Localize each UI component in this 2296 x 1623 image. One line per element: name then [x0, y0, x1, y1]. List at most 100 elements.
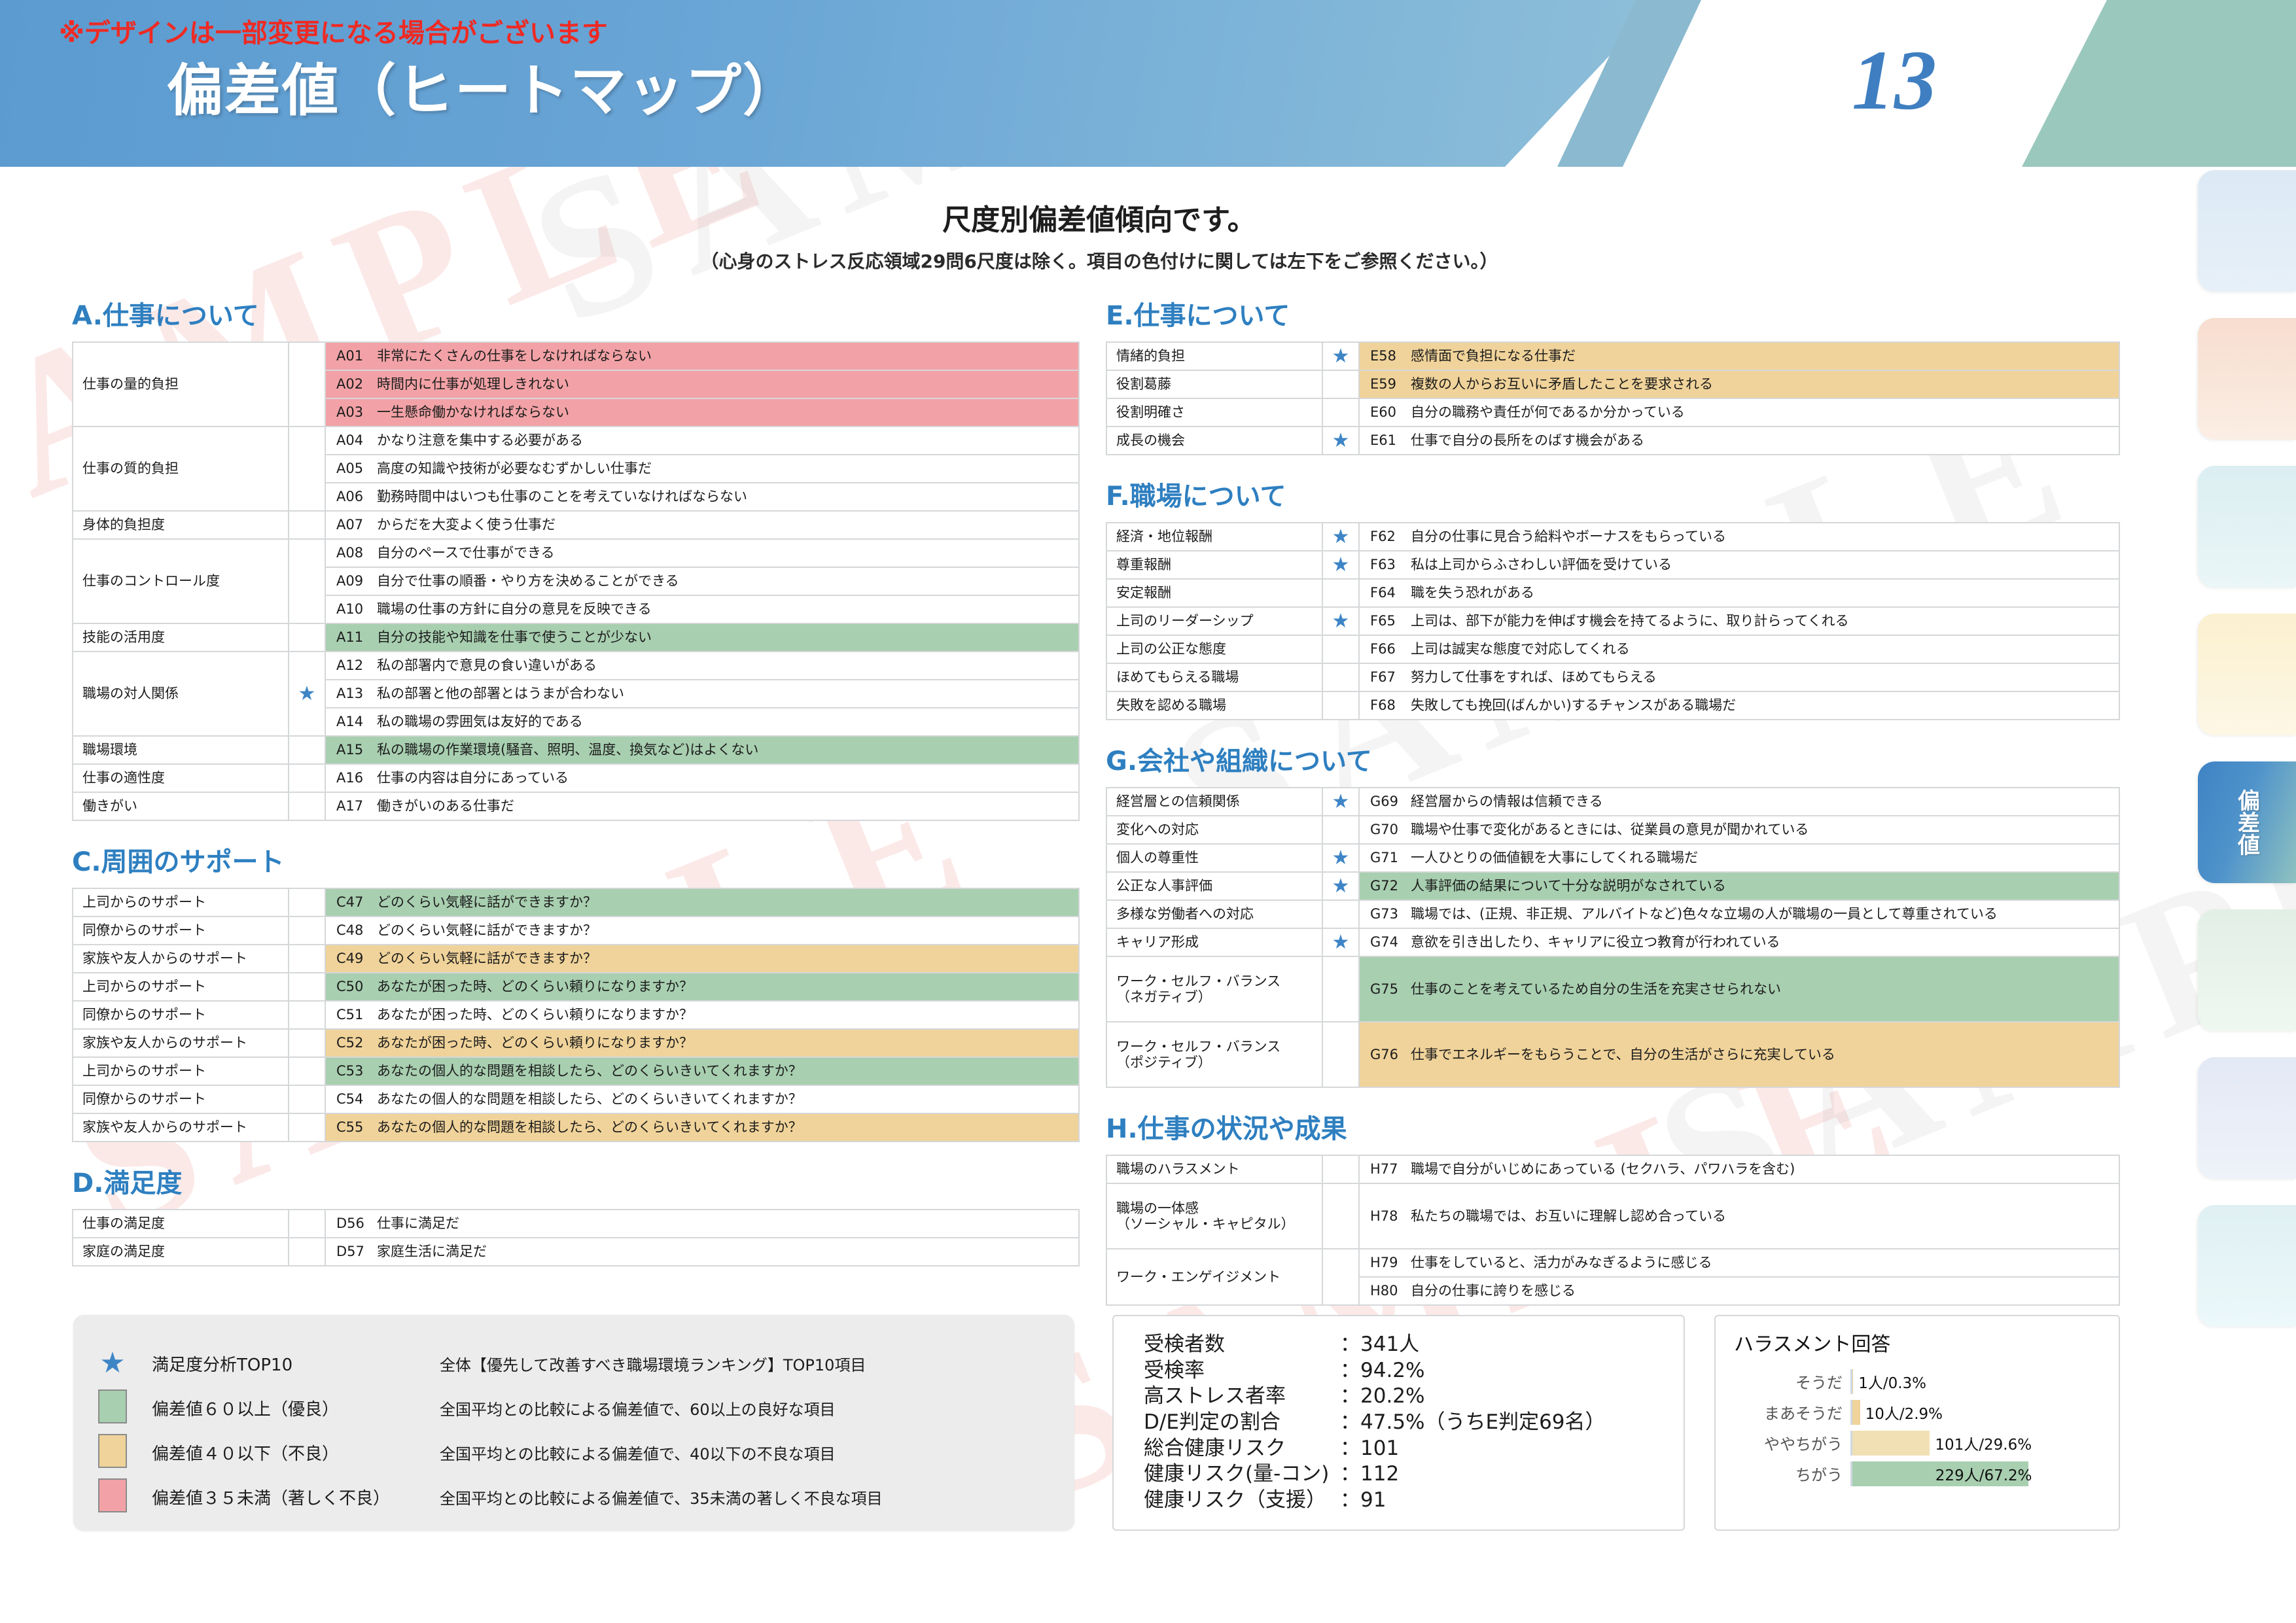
star-cell-empty [1322, 691, 1360, 720]
question-text: 私たちの職場では、お互いに理解し認め合っている [1411, 1208, 1726, 1224]
question-code: A14 [336, 714, 364, 730]
question-item: G74 意欲を引き出したり、キャリアに役立つ教育が行われている [1358, 928, 2120, 957]
table-row: 上司からのサポート C50 あなたが困った時、どのくらい頼りになりますか？ [72, 972, 1080, 1002]
table-row: 上司の公正な態度 F66 上司は誠実な態度で対応してくれる [1106, 635, 2120, 664]
question-code: G73 [1370, 906, 1398, 922]
question-item: C47 どのくらい気軽に話ができますか？ [325, 888, 1080, 917]
chart-bar-row: そうだ 1人/0.3% [1734, 1366, 2119, 1397]
chart-category-label: まあそうだ [1764, 1405, 1843, 1423]
section-G-title: G.会社や組織について [1106, 746, 1372, 777]
question-code: F64 [1370, 585, 1396, 601]
question-text: 自分の仕事に見合う給料やボーナスをもらっている [1411, 529, 1726, 545]
side-tab-3[interactable] [2198, 466, 2296, 587]
question-text: 職場では、(正規、非正規、アルバイトなど)色々な立場の人が職場の一員として尊重さ… [1411, 906, 1998, 922]
row-scale-label: 職場の対人関係 [72, 651, 289, 737]
table-row: 経営層との信頼関係 ★ G69 経営層からの情報は信頼できる [1106, 787, 2120, 816]
question-code: A03 [336, 404, 364, 421]
question-item: A16 仕事の内容は自分にあっている [325, 763, 1080, 793]
table-row: 経済・地位報酬 ★ F62 自分の仕事に見合う給料やボーナスをもらっている [1106, 522, 2120, 551]
question-text: あなたが困った時、どのくらい頼りになりますか？ [377, 1035, 693, 1051]
question-item: F65 上司は、部下が能力を伸ばす機会を持てるように、取り計らってくれる [1358, 606, 2120, 636]
question-text: かなり注意を集中する必要がある [377, 432, 583, 449]
question-text: 非常にたくさんの仕事をしなければならない [377, 348, 652, 364]
question-text: あなたの個人的な問題を相談したら、どのくらいきいてくれますか？ [377, 1063, 802, 1079]
harassment-chart-title: ハラスメント回答 [1734, 1333, 1891, 1356]
section-A-title: A.仕事について [72, 301, 259, 331]
table-row: 同僚からのサポート C51 あなたが困った時、どのくらい頼りになりますか？ [72, 1000, 1080, 1030]
question-text: 自分の職務や責任が何であるか分かっている [1411, 404, 1685, 421]
table-row: 職場環境 A15 私の職場の作業環境(騒音、照明、温度、換気など)はよくない [72, 735, 1080, 765]
side-tab-6[interactable] [2198, 909, 2296, 1031]
row-scale-label: 多様な労働者への対応 [1106, 899, 1323, 929]
question-code: A11 [336, 629, 364, 646]
question-text: 私は上司からふさわしい評価を受けている [1411, 557, 1672, 573]
question-item: H77 職場で自分がいじめにあっている (セクハラ、パワハラを含む) [1358, 1155, 2120, 1184]
question-text: 仕事の内容は自分にあっている [377, 770, 569, 786]
section-C-title: C.周囲のサポート [72, 847, 285, 877]
side-tab-1[interactable] [2198, 170, 2296, 292]
table-row: 職場の対人関係 ★ A12 私の部署内で意見の食い違いがある [72, 651, 1080, 737]
question-item: A03 一生懸命働かなければならない [325, 398, 1080, 427]
question-item: C51 あなたが困った時、どのくらい頼りになりますか？ [325, 1000, 1080, 1030]
question-item: G71 一人ひとりの価値観を大事にしてくれる職場だ [1358, 843, 2120, 873]
question-text: 職場で自分がいじめにあっている (セクハラ、パワハラを含む) [1411, 1161, 1795, 1178]
subtitle-main: 尺度別偏差値傾向です。 [942, 203, 1256, 237]
section-C-table: 上司からのサポート C47 どのくらい気軽に話ができますか？ 同僚からのサポート C48… [72, 888, 1080, 1142]
table-row: 職場のハラスメント H77 職場で自分がいじめにあっている (セクハラ、パワハラを含… [1106, 1155, 2120, 1184]
side-tab-7[interactable] [2198, 1057, 2296, 1179]
star-cell-empty [288, 1085, 326, 1114]
star-cell-empty [1322, 663, 1360, 692]
top10-star-icon: ★ [288, 651, 326, 737]
question-code: G76 [1370, 1046, 1398, 1062]
legend-color-swatch [73, 1478, 152, 1516]
row-scale-label: 家族や友人からのサポート [72, 944, 289, 973]
stat-value: ：341人 [1340, 1333, 1420, 1356]
star-cell-empty [288, 510, 326, 540]
stat-row: 総合健康リスク ：101 [1144, 1436, 1684, 1462]
question-item: A14 私の職場の雰囲気は友好的である [325, 707, 1080, 737]
side-tab-active-hensachi[interactable]: 偏差値 [2198, 761, 2296, 883]
question-text: 失敗しても挽回(ばんかい)するチャンスがある職場だ [1411, 697, 1737, 714]
row-scale-label: 情緒的負担 [1106, 341, 1323, 371]
question-text: あなたの個人的な問題を相談したら、どのくらいきいてくれますか？ [377, 1091, 802, 1108]
legend-label: 偏差値６０以上（優良） [152, 1399, 340, 1420]
top10-star-icon: ★ [1322, 843, 1360, 873]
star-cell-empty [1322, 578, 1360, 608]
question-item: F62 自分の仕事に見合う給料やボーナスをもらっている [1358, 522, 2120, 551]
row-scale-label: 経済・地位報酬 [1106, 522, 1323, 551]
stat-value: ：94.2% [1340, 1358, 1425, 1382]
question-code: F62 [1370, 529, 1396, 545]
question-text: どのくらい気軽に話ができますか？ [377, 922, 597, 939]
stat-row: 健康リスク(量-コン) ：112 [1144, 1461, 1684, 1488]
question-code: A15 [336, 742, 364, 758]
legend-color-swatch [73, 1433, 152, 1471]
legend-row: 偏差値３５未満（著しく不良） 全国平均との比較による偏差値で、35未満の著しく不良… [73, 1475, 1074, 1519]
row-scale-label: 身体的負担度 [72, 510, 289, 540]
question-code: F67 [1370, 669, 1396, 686]
table-row: 役割明確さ E60 自分の職務や責任が何であるか分かっている [1106, 398, 2120, 427]
question-text: 人事評価の結果について十分な説明がなされている [1411, 878, 1726, 894]
row-scale-label: 役割明確さ [1106, 398, 1323, 427]
legend-row: 偏差値６０以上（優良） 全国平均との比較による偏差値で、60以上の良好な項目 [73, 1386, 1074, 1430]
table-row: 家族や友人からのサポート C52 あなたが困った時、どのくらい頼りになりますか？ [72, 1028, 1080, 1058]
row-scale-label: ワーク・エンゲイジメント [1106, 1248, 1323, 1306]
section-G: G.会社や組織について 経営層との信頼関係 ★ G69 経営層からの情報は信頼できる変… [1106, 740, 2120, 1088]
question-item: A10 職場の仕事の方針に自分の意見を反映できる [325, 595, 1080, 624]
question-code: A09 [336, 573, 364, 589]
table-row: ワーク・エンゲイジメント H79 仕事をしていると、活力がみなぎるように感じる [1106, 1248, 2120, 1306]
subtitle-block: 尺度別偏差値傾向です。 （心身のストレス反応領域29問6尺度は除く。項目の色付け… [0, 196, 2199, 273]
question-code: F66 [1370, 641, 1396, 657]
side-tab-8[interactable] [2198, 1205, 2296, 1327]
question-item: H80 自分の仕事に誇りを感じる [1358, 1276, 2120, 1306]
table-row: 変化への対応 G70 職場や仕事で変化があるときには、従業員の意見が聞かれている [1106, 815, 2120, 845]
side-tab-2[interactable] [2198, 318, 2296, 440]
table-row: 成長の機会 ★ E61 仕事で自分の長所をのばす機会がある [1106, 426, 2120, 455]
stat-key: 受検者数 [1144, 1333, 1225, 1356]
side-tab-4[interactable] [2198, 614, 2296, 735]
page-title: 偏差値（ヒートマップ） [167, 58, 800, 124]
question-code: C48 [336, 922, 364, 939]
question-item: A06 勤務時間中はいつも仕事のことを考えていなければならない [325, 482, 1080, 512]
stat-row: D/E判定の割合 ：47.5%（うちE判定69名） [1144, 1410, 1684, 1436]
question-code: H78 [1370, 1208, 1398, 1224]
table-row: 仕事の量的負担 A01 非常にたくさんの仕事をしなければならない [72, 341, 1080, 427]
